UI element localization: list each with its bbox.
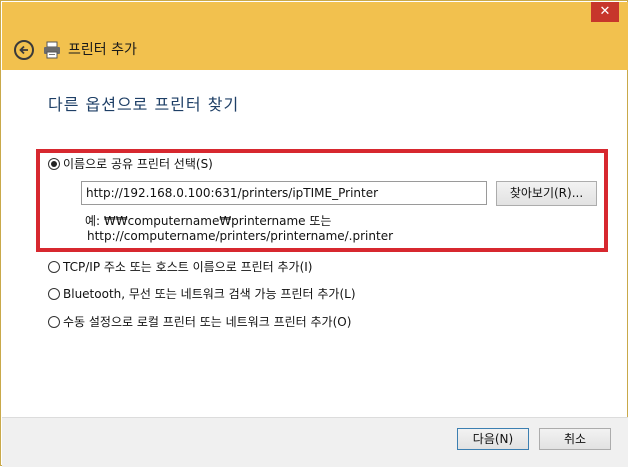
footer-bar [2, 417, 628, 467]
radio-manual-local[interactable] [48, 316, 60, 328]
radio-select-shared-printer[interactable] [48, 158, 60, 170]
example-line-2: http://computername/printers/printername… [87, 229, 394, 243]
example-text: 예: ₩₩computername₩printername 또는 http://… [85, 214, 393, 244]
add-printer-window: ✕ 프린터 추가 다른 옵션으로 프린터 찾기 이름으로 공유 프린터 선택(S… [0, 0, 628, 467]
back-arrow-icon [19, 45, 28, 55]
option-label-shared-printer[interactable]: 이름으로 공유 프린터 선택(S) [63, 156, 213, 172]
example-line-1: 예: ₩₩computername₩printername 또는 [85, 214, 332, 228]
page-heading: 다른 옵션으로 프린터 찾기 [48, 95, 240, 114]
back-button[interactable] [14, 40, 34, 60]
radio-bluetooth-wireless[interactable] [48, 288, 60, 300]
title-bar: ✕ 프린터 추가 [2, 2, 628, 70]
next-button[interactable]: 다음(N) [457, 428, 529, 450]
option-label-manual-local[interactable]: 수동 설정으로 로컬 프린터 또는 네트워크 프린터 추가(O) [63, 314, 351, 330]
cancel-button[interactable]: 취소 [539, 428, 611, 450]
option-label-bluetooth-wireless[interactable]: Bluetooth, 무선 또는 네트워크 검색 가능 프린터 추가(L) [63, 286, 356, 302]
close-button[interactable]: ✕ [591, 2, 619, 22]
printer-path-input[interactable]: http://192.168.0.100:631/printers/ipTIME… [81, 181, 487, 205]
printer-icon [44, 41, 60, 59]
dialog-title: 프린터 추가 [68, 42, 137, 58]
browse-button[interactable]: 찾아보기(R)... [496, 181, 597, 206]
radio-tcpip[interactable] [48, 261, 60, 273]
option-label-tcpip[interactable]: TCP/IP 주소 또는 호스트 이름으로 프린터 추가(I) [63, 259, 313, 275]
